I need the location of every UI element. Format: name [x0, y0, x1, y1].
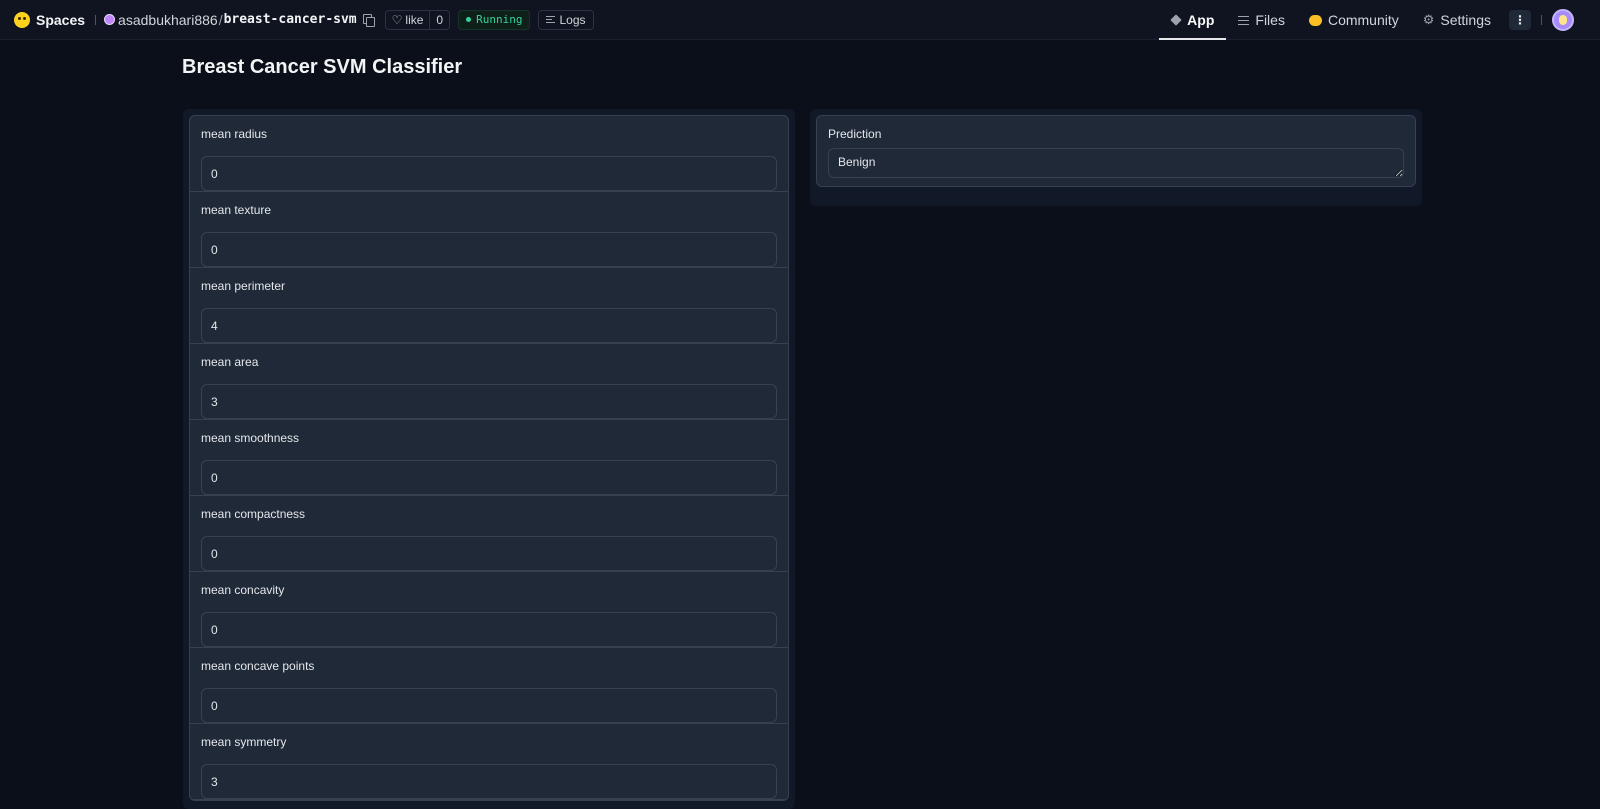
field-label: mean symmetry [201, 735, 287, 749]
tab-files-label: Files [1255, 12, 1285, 28]
prediction-output[interactable]: Benign [828, 148, 1404, 178]
number-input[interactable] [201, 764, 777, 799]
logs-icon [546, 16, 556, 23]
inputs-form: mean radius mean texture mean perimeter mea… [189, 115, 789, 801]
field-label: mean radius [201, 127, 268, 141]
breadcrumb-separator: / [218, 11, 223, 28]
owner-link[interactable]: asadbukhari886 [118, 12, 218, 28]
field-label: mean compactness [201, 507, 306, 521]
number-field: mean concave points [190, 648, 788, 724]
spaces-home-link[interactable]: Spaces [14, 11, 86, 28]
number-input[interactable] [201, 536, 777, 571]
cube-icon [1170, 14, 1182, 26]
number-input[interactable] [201, 232, 777, 267]
number-field: mean symmetry [190, 724, 788, 800]
space-nav: App Files Community ⚙ Settings ⋮ [1159, 0, 1600, 40]
more-options-button[interactable]: ⋮ [1509, 10, 1531, 30]
divider [95, 14, 97, 25]
number-input[interactable] [201, 688, 777, 723]
heart-icon: ♡ [391, 12, 403, 27]
logs-button[interactable]: Logs [538, 9, 594, 30]
output-panel: Prediction Benign [810, 109, 1422, 206]
field-label: mean smoothness [201, 431, 300, 445]
field-label: mean area [201, 355, 259, 369]
prediction-label: Prediction [828, 127, 882, 141]
inputs-panel: mean radius mean texture mean perimeter mea… [183, 109, 795, 809]
huggingface-logo-icon [14, 11, 30, 28]
status-badge[interactable]: Running [458, 9, 531, 30]
tab-files[interactable]: Files [1226, 0, 1297, 40]
tab-app[interactable]: App [1159, 0, 1227, 40]
files-icon [1238, 15, 1250, 25]
number-field: mean texture [190, 192, 788, 268]
logs-label: Logs [559, 12, 586, 27]
field-label: mean texture [201, 203, 272, 217]
spaces-brand-label: Spaces [36, 11, 86, 28]
tab-community-label: Community [1327, 12, 1399, 28]
divider [1541, 15, 1542, 25]
number-input[interactable] [201, 460, 777, 495]
number-field: mean area [190, 344, 788, 420]
number-input[interactable] [201, 308, 777, 343]
community-icon [1308, 14, 1322, 26]
number-field: mean radius [190, 116, 788, 192]
gear-icon: ⚙ [1422, 12, 1435, 27]
repo-name-link[interactable]: breast-cancer-svm [224, 12, 357, 27]
number-input[interactable] [201, 612, 777, 647]
repo-breadcrumb: asadbukhari886 / breast-cancer-svm [104, 12, 375, 28]
number-input[interactable] [201, 156, 777, 191]
status-dot-icon [466, 17, 472, 22]
prediction-block: Prediction Benign [816, 115, 1416, 187]
tab-community[interactable]: Community [1297, 0, 1411, 40]
like-label: like [405, 12, 424, 27]
tab-settings-label: Settings [1440, 12, 1491, 28]
number-field: mean concavity [190, 572, 788, 648]
user-avatar[interactable] [1552, 9, 1574, 31]
like-count[interactable]: 0 [429, 10, 449, 29]
field-label: mean concavity [201, 583, 285, 597]
number-field: mean compactness [190, 496, 788, 572]
page-title: Breast Cancer SVM Classifier [182, 56, 463, 78]
tab-settings[interactable]: ⚙ Settings [1411, 0, 1503, 40]
field-label: mean concave points [201, 659, 315, 673]
tab-app-label: App [1187, 12, 1215, 28]
number-field: mean smoothness [190, 420, 788, 496]
number-field: mean perimeter [190, 268, 788, 344]
copy-icon[interactable] [362, 13, 375, 27]
number-input[interactable] [201, 384, 777, 419]
like-button[interactable]: ♡ like 0 [384, 9, 451, 30]
status-text: Running [476, 13, 523, 26]
field-label: mean perimeter [201, 279, 286, 293]
owner-avatar-icon [104, 14, 116, 25]
top-header: Spaces asadbukhari886 / breast-cancer-sv… [0, 0, 1600, 40]
